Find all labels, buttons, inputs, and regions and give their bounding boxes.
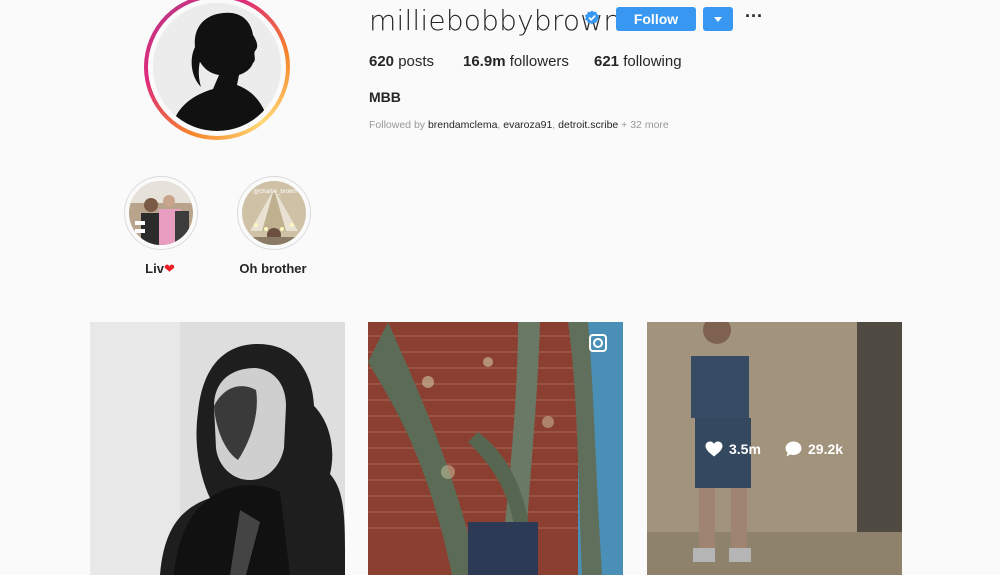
likes-count: 3.5m [729, 441, 761, 457]
followers-count: 16.9m [463, 53, 506, 70]
stat-posts: 620 posts [369, 53, 434, 70]
post-likes: 3.5m [705, 441, 761, 457]
heart-icon [705, 441, 723, 457]
followed-by-user[interactable]: detroit.scribe [558, 119, 618, 131]
verified-badge-icon [585, 10, 599, 25]
followers-label: followers [509, 53, 569, 70]
following-count: 621 [594, 53, 620, 70]
follow-button[interactable]: Follow [616, 7, 696, 31]
posts-label: posts [398, 53, 435, 70]
avatar-silhouette-icon [153, 3, 281, 131]
post-tile[interactable] [90, 322, 345, 575]
followed-by-user[interactable]: brendamclema [428, 119, 497, 131]
highlight-liv[interactable] [124, 176, 198, 250]
chevron-down-icon [714, 17, 722, 22]
more-options-icon[interactable]: ··· [744, 7, 764, 27]
post-image [90, 322, 345, 575]
following-label: following [623, 53, 682, 70]
followed-by-user[interactable]: evaroza91 [503, 119, 552, 131]
post-tile-hovered[interactable]: 3.5m 29.2k [647, 322, 902, 575]
followed-by[interactable]: Followed by brendamclema, evaroza91, det… [369, 119, 669, 131]
posts-count: 620 [369, 53, 395, 70]
carousel-icon [589, 334, 607, 352]
highlight-image-caption: @charlie_brown [253, 189, 297, 195]
highlight-label-text: Liv [145, 261, 164, 276]
red-heart-icon: ❤ [163, 261, 175, 276]
comments-count: 29.2k [808, 441, 844, 457]
post-comments: 29.2k [785, 441, 843, 457]
avatar-story-ring[interactable] [144, 0, 290, 140]
avatar-frame [148, 0, 286, 136]
post-image [368, 322, 623, 575]
stat-followers[interactable]: 16.9m followers [463, 53, 569, 70]
avatar[interactable] [153, 3, 281, 131]
profile-fullname: MBB [369, 89, 401, 105]
stat-following[interactable]: 621 following [594, 53, 682, 70]
followed-by-more[interactable]: + 32 more [621, 119, 669, 131]
highlight-oh-brother[interactable]: @charlie_brown [237, 176, 311, 250]
followed-by-prefix: Followed by [369, 119, 426, 131]
highlight-label[interactable]: Liv❤ [100, 261, 220, 277]
post-tile[interactable] [368, 322, 623, 575]
suggested-dropdown-button[interactable] [703, 7, 733, 31]
highlight-label[interactable]: Oh brother [213, 261, 333, 276]
comment-icon [785, 441, 802, 457]
hover-overlay [647, 322, 902, 575]
highlight-image [129, 181, 193, 245]
